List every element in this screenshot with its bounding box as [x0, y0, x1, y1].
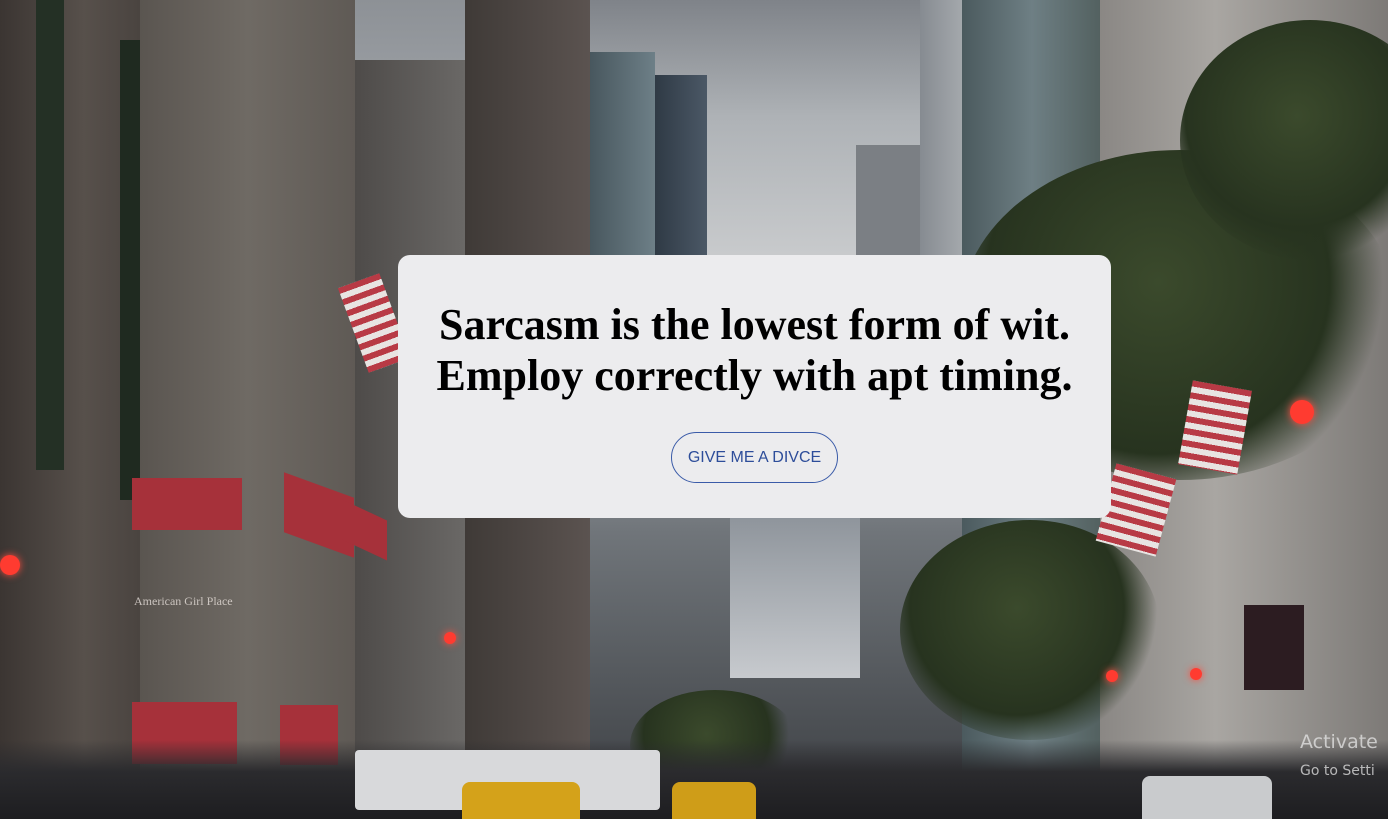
get-advice-button[interactable]: GIVE ME A DIVCE — [671, 432, 838, 483]
quote-line-2: Employ correctly with apt timing. — [436, 351, 1073, 400]
skyscraper — [920, 0, 965, 265]
traffic-light — [444, 632, 456, 644]
traffic-light — [1290, 400, 1314, 424]
glass-tower — [590, 52, 655, 262]
activation-watermark-title: Activate — [1300, 731, 1378, 753]
advice-quote: Sarcasm is the lowest form of wit. Emplo… — [437, 299, 1073, 401]
traffic-light — [1106, 670, 1118, 682]
traffic-light — [0, 555, 20, 575]
van — [1142, 776, 1272, 819]
street-banner — [1244, 605, 1304, 690]
tree — [900, 520, 1160, 740]
activation-watermark-subtitle: Go to Setti — [1300, 763, 1375, 779]
traffic-light — [1190, 668, 1202, 680]
sky-distant — [730, 518, 860, 678]
taxi — [672, 782, 756, 819]
store-sign: American Girl Place — [134, 594, 233, 608]
taxi — [462, 782, 580, 819]
quote-card: Sarcasm is the lowest form of wit. Emplo… — [398, 255, 1111, 518]
glass-tower-2 — [655, 75, 707, 265]
building-left — [0, 0, 144, 819]
awning — [132, 478, 242, 530]
quote-line-1: Sarcasm is the lowest form of wit. — [439, 300, 1070, 349]
building-left-2 — [140, 0, 355, 819]
